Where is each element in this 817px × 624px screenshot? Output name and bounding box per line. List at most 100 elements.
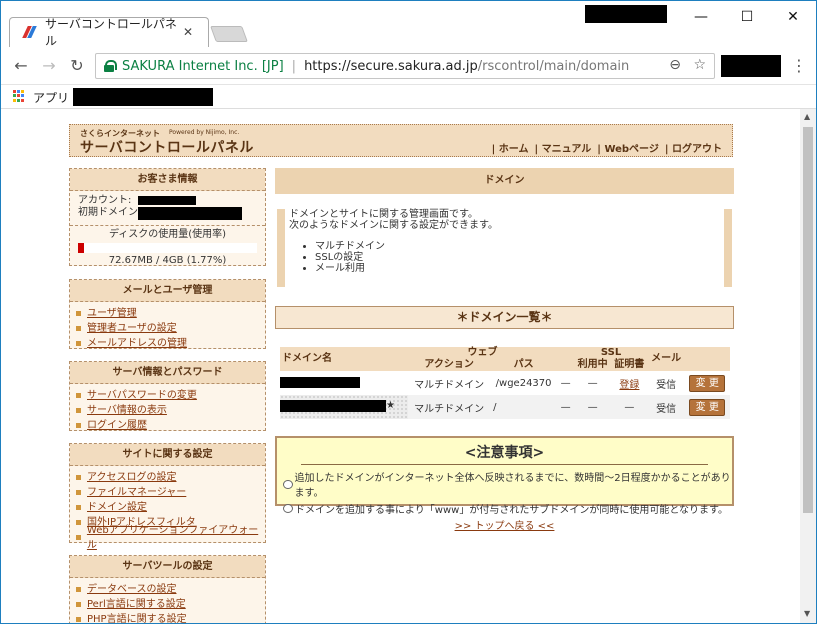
- tab-close-icon[interactable]: ✕: [183, 25, 193, 39]
- notice-text: 追加したドメインがインターネット全体へ反映されるまでに、数時間〜2日程度かかるこ…: [294, 473, 731, 499]
- menu-icon[interactable]: ⋮: [791, 56, 807, 75]
- link-admin-user-settings[interactable]: 管理者ユーザの設定: [87, 321, 177, 336]
- site-settings-box: サイトに関する設定 アクセスログの設定 ファイルマネージャー ドメイン設定 国外…: [69, 443, 266, 551]
- link-database-settings[interactable]: データベースの設定: [87, 582, 177, 597]
- reload-icon[interactable]: ↻: [67, 56, 87, 76]
- type-cell: —: [557, 395, 575, 419]
- table-row: マルチドメイン /wge24370 — — 登録 受信 変 更: [280, 371, 730, 395]
- browser-tab-content[interactable]: サーバコントロールパネル ✕: [15, 17, 215, 48]
- link-domain-settings[interactable]: ドメイン設定: [87, 500, 147, 515]
- back-arrow-icon[interactable]: ←: [11, 56, 31, 76]
- type-cell: —: [557, 371, 575, 395]
- intro-box: ドメインとサイトに関する管理画面です。 次のようなドメインに関する設定ができます…: [277, 209, 732, 287]
- domain-name-cell: ★: [280, 395, 408, 419]
- nav-home[interactable]: ホーム: [492, 140, 529, 155]
- cert-cell: 登録: [611, 371, 648, 395]
- logo-powered-by: Powered by Nijimo, Inc.: [169, 129, 240, 136]
- link-change-server-password[interactable]: サーバパスワードの変更: [87, 388, 197, 403]
- window-close-button[interactable]: ✕: [783, 7, 803, 27]
- bullet-icon: [76, 408, 81, 413]
- notice-item: 追加したドメインがインターネット全体へ反映されるまでに、数時間〜2日程度かかるこ…: [277, 469, 732, 499]
- link-php-settings[interactable]: PHP言語に関する設定: [87, 612, 187, 623]
- url-path: /rscontrol/main/domain: [477, 58, 630, 74]
- forward-arrow-icon[interactable]: →: [39, 56, 59, 76]
- list-item: Webアプリケーションファイアウォール: [76, 525, 265, 551]
- list-item: 管理者ユーザの設定: [76, 321, 265, 336]
- domain-list-title: ＊ドメイン一覧＊: [275, 306, 734, 329]
- bullet-icon: [76, 587, 81, 592]
- notice-title: <注意事項>: [464, 445, 545, 461]
- nav-manual[interactable]: マニュアル: [534, 140, 592, 155]
- change-button[interactable]: 変 更: [689, 374, 726, 392]
- mail-cell: 受信: [647, 371, 685, 395]
- col-ssl-inuse: 利用中: [574, 359, 612, 371]
- list-item: ファイルマネージャー: [76, 485, 265, 500]
- server-info-title: サーバ情報とパスワード: [70, 362, 265, 384]
- back-to-top-link[interactable]: >> トップへ戻る <<: [275, 517, 734, 532]
- nav-logout[interactable]: ログアウト: [665, 140, 722, 155]
- logo-title[interactable]: サーバコントロールパネル: [80, 137, 254, 157]
- button-cell: 変 更: [684, 395, 730, 419]
- panel-header: さくらインターネット Powered by Nijimo, Inc. サーバコン…: [69, 124, 733, 157]
- link-server-info[interactable]: サーバ情報の表示: [87, 403, 167, 418]
- omnibox-icons: ⊖ ☆: [669, 57, 706, 73]
- new-tab-button[interactable]: [210, 26, 248, 42]
- maximize-button[interactable]: ☐: [737, 7, 757, 27]
- col-mail: メール: [647, 347, 685, 371]
- action-cell: マルチドメイン: [408, 371, 491, 395]
- change-button[interactable]: 変 更: [689, 398, 726, 416]
- apps-grid-icon[interactable]: [13, 90, 25, 102]
- browser-window: サーバコントロールパネル ✕ — ☐ ✕ ← → ↻ SAKURA Intern…: [0, 0, 817, 624]
- notice-text: ドメインを追加する事により「www」が付与されたサブドメインが同時に使用可能とな…: [295, 505, 729, 516]
- apps-bookmark[interactable]: アプリ: [33, 89, 69, 106]
- cert-register-link[interactable]: 登録: [619, 380, 639, 391]
- disk-usage-bar: [78, 243, 257, 253]
- customer-info-box: お客さま情報 アカウント: 初期ドメイン: ディスクの使用量(使用率) 72.6…: [69, 168, 266, 266]
- list-item: アクセスログの設定: [76, 470, 265, 485]
- notice-box: <注意事項> 追加したドメインがインターネット全体へ反映されるまでに、数時間〜2…: [275, 436, 734, 516]
- account-label: アカウント:: [78, 195, 132, 206]
- mail-cell: 受信: [647, 395, 685, 419]
- notice-divider: [301, 464, 708, 465]
- link-login-history[interactable]: ログイン履歴: [87, 418, 147, 433]
- zoom-icon[interactable]: ⊖: [669, 57, 681, 73]
- link-access-log[interactable]: アクセスログの設定: [87, 470, 177, 485]
- col-domain-name: ドメイン名: [280, 347, 408, 371]
- col-cert: 証明書: [611, 359, 648, 371]
- server-info-box: サーバ情報とパスワード サーバパスワードの変更 サーバ情報の表示 ログイン履歴: [69, 361, 266, 431]
- ev-certificate-label: SAKURA Internet Inc. [JP]: [122, 58, 284, 74]
- minimize-button[interactable]: —: [691, 7, 711, 27]
- mail-user-box: メールとユーザ管理 ユーザ管理 管理者ユーザの設定 メールアドレスの管理: [69, 279, 266, 349]
- scroll-thumb[interactable]: [803, 127, 813, 513]
- path-cell: /wge24370: [490, 371, 558, 395]
- tab-title: サーバコントロールパネル: [45, 17, 177, 48]
- scroll-down-arrow-icon[interactable]: ▼: [804, 609, 810, 618]
- scroll-up-arrow-icon[interactable]: ▲: [804, 112, 810, 121]
- star-bookmark-icon[interactable]: ☆: [693, 57, 706, 73]
- list-item: ドメイン設定: [76, 500, 265, 515]
- lock-icon: [104, 60, 117, 72]
- redacted-profile: [585, 5, 667, 23]
- speech-bubble-icon: [283, 479, 293, 489]
- disk-usage-value: 72.67MB / 4GB (1.77%): [108, 255, 227, 266]
- redacted-domain: [138, 207, 242, 220]
- link-user-management[interactable]: ユーザ管理: [87, 306, 137, 321]
- link-perl-settings[interactable]: Perl言語に関する設定: [87, 597, 186, 612]
- bullet-icon: [76, 423, 81, 428]
- link-waf[interactable]: Webアプリケーションファイアウォール: [87, 523, 265, 553]
- list-item: Perl言語に関する設定: [76, 597, 265, 612]
- initial-domain-line: 初期ドメイン:: [70, 207, 265, 220]
- table-row: ★ マルチドメイン / — — — 受信 変 更: [280, 395, 730, 419]
- col-web: ウェブ: [408, 347, 558, 359]
- address-bar[interactable]: SAKURA Internet Inc. [JP] | https://secu…: [95, 53, 715, 79]
- bullet-icon: [76, 393, 81, 398]
- nav-webpage[interactable]: Webページ: [597, 140, 658, 155]
- bullet-icon: [76, 311, 81, 316]
- bullet-icon: [76, 505, 81, 510]
- link-file-manager[interactable]: ファイルマネージャー: [87, 485, 186, 500]
- bullet-icon: [76, 535, 81, 540]
- bullet-icon: [76, 326, 81, 331]
- domain-name-cell: [280, 371, 408, 395]
- vertical-scrollbar[interactable]: ▲ ▼: [800, 109, 816, 623]
- link-mail-address-management[interactable]: メールアドレスの管理: [87, 336, 187, 351]
